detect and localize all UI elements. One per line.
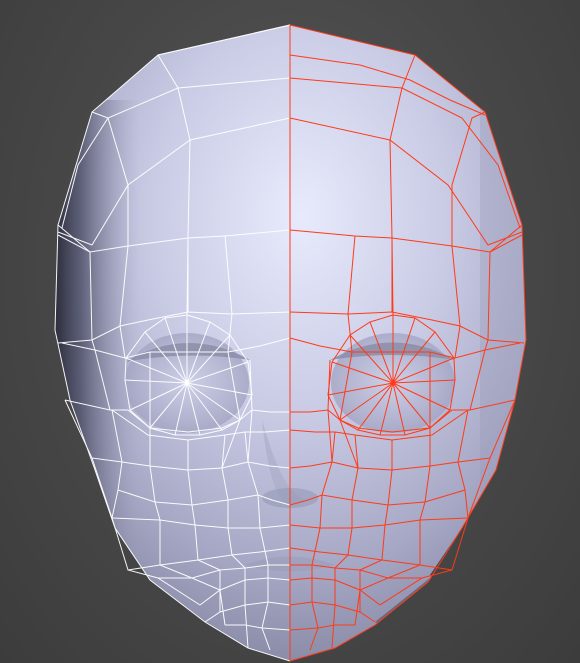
3d-viewport[interactable] [0, 0, 580, 663]
right-eye-vertex [390, 380, 396, 386]
left-eye-vertex [185, 381, 189, 385]
head-wireframe-render[interactable] [0, 0, 580, 663]
